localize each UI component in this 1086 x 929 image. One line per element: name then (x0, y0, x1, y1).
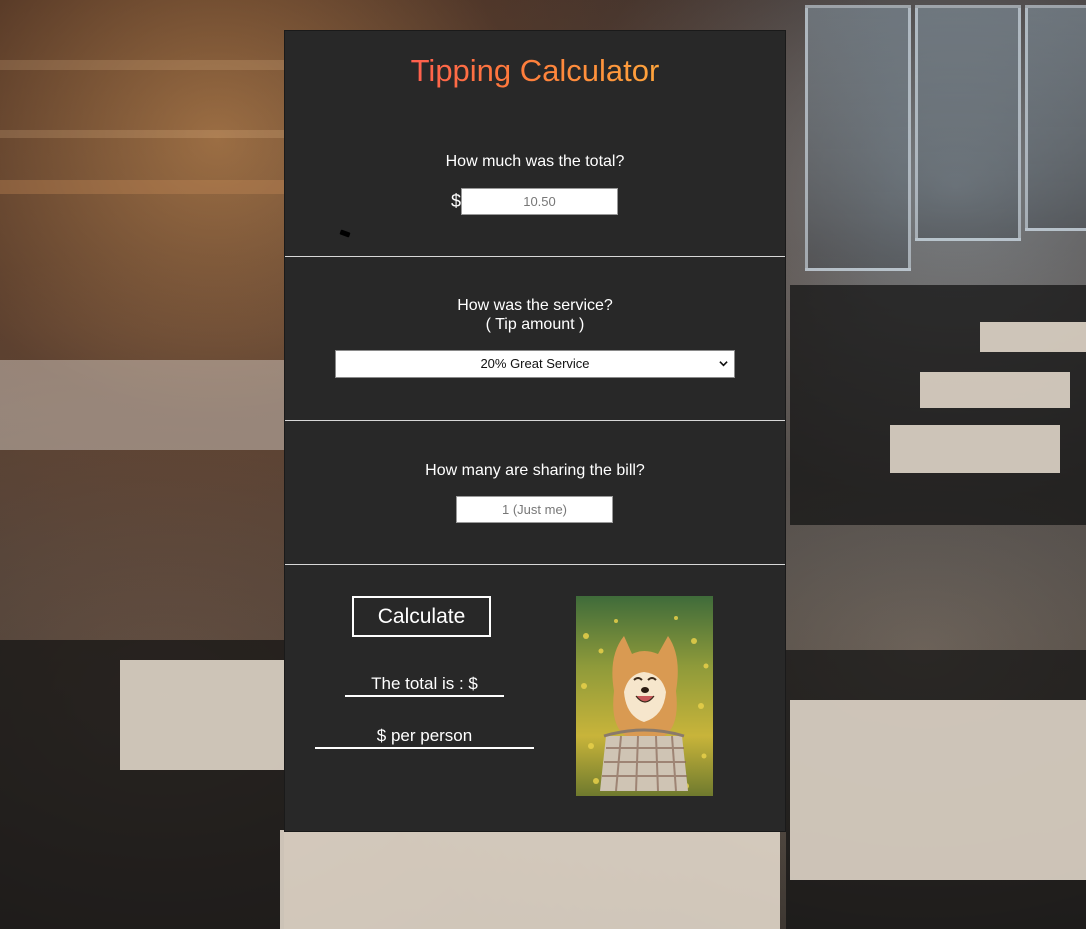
service-quality-select[interactable]: 20% Great Service (335, 350, 735, 378)
calculator-panel: Tipping Calculator How much was the tota… (284, 30, 786, 832)
service-section: How was the service? ( Tip amount ) 20% … (285, 256, 785, 421)
mouse-cursor-icon (339, 229, 351, 238)
tip-amount-label: ( Tip amount ) (485, 316, 585, 333)
currency-symbol: $ (451, 191, 462, 211)
bill-section: How much was the total? $ (285, 31, 785, 257)
selected-service-option: 20% Great Service (480, 356, 590, 371)
people-question-label: How many are sharing the bill? (425, 462, 645, 479)
per-person-result: $ per person (315, 726, 534, 749)
total-result: The total is : $ (345, 674, 504, 697)
people-count-input[interactable] (456, 496, 613, 523)
bill-question-label: How much was the total? (445, 153, 625, 170)
chevron-down-icon (719, 361, 728, 367)
calculate-button[interactable]: Calculate (352, 596, 491, 637)
bill-amount-input[interactable] (461, 188, 618, 215)
service-question-label: How was the service? (457, 297, 613, 314)
shiba-dog-photo (576, 596, 713, 796)
people-section: How many are sharing the bill? (285, 420, 785, 565)
